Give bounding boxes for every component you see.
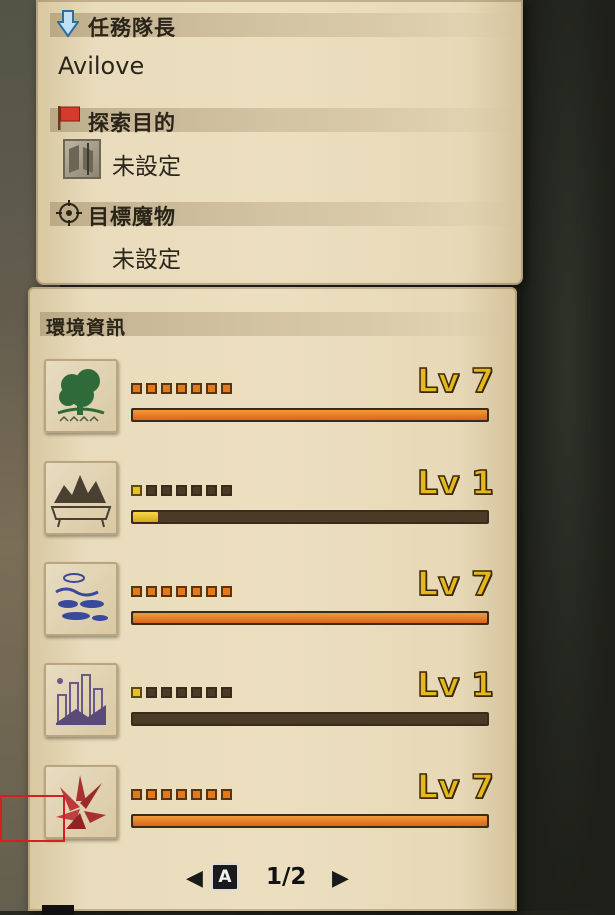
wildspire-plateau-icon: [44, 461, 118, 535]
environment-row[interactable]: Lv 7: [44, 359, 495, 437]
target-value: 未設定: [112, 247, 181, 273]
environment-title: 環境資訊: [46, 317, 127, 339]
page-indicator: 1/2: [266, 864, 307, 890]
level-progress-bar: [131, 408, 489, 422]
key-prompt-button[interactable]: A: [211, 863, 239, 891]
bottom-key-prompt: [42, 905, 74, 915]
objective-label: 探索目的: [88, 111, 176, 135]
red-flag-icon: [58, 106, 80, 130]
level-pips: [131, 789, 232, 803]
level-progress-bar: [131, 611, 489, 625]
environment-row[interactable]: Lv 7: [44, 765, 495, 843]
target-label: 目標魔物: [88, 205, 176, 229]
level-pips: [131, 687, 232, 701]
down-arrow-icon: [57, 10, 79, 38]
background-right: [520, 0, 615, 911]
level-progress-bar: [131, 814, 489, 828]
environment-row[interactable]: Lv 1: [44, 663, 495, 741]
level-label: Lv 7: [416, 563, 495, 604]
level-label: Lv 1: [416, 664, 495, 705]
level-progress-bar: [131, 712, 489, 726]
level-pips: [131, 586, 232, 600]
environment-row[interactable]: Lv 1: [44, 461, 495, 539]
pager: ◀ A 1/2 ▶: [186, 862, 356, 892]
level-label: Lv 7: [416, 360, 495, 401]
level-pips: [131, 485, 232, 499]
next-page-arrow-icon[interactable]: ▶: [332, 866, 349, 891]
previous-page-arrow-icon[interactable]: ◀: [186, 866, 203, 891]
level-label: Lv 1: [416, 462, 495, 503]
rotten-vale-icon: [44, 663, 118, 737]
leader-name: Avilove: [58, 52, 145, 80]
coral-highlands-icon: [44, 562, 118, 636]
level-label: Lv 7: [416, 766, 495, 807]
objective-value: 未設定: [112, 154, 181, 180]
forest-tree-icon: [44, 359, 118, 433]
highlight-box: [0, 795, 65, 842]
quest-info-panel: [36, 0, 523, 285]
level-progress-bar: [131, 510, 489, 524]
level-pips: [131, 383, 232, 397]
crosshair-icon: [56, 200, 82, 226]
environment-row[interactable]: Lv 7: [44, 562, 495, 640]
expedition-icon: [63, 139, 101, 179]
leader-label: 任務隊長: [88, 16, 176, 40]
